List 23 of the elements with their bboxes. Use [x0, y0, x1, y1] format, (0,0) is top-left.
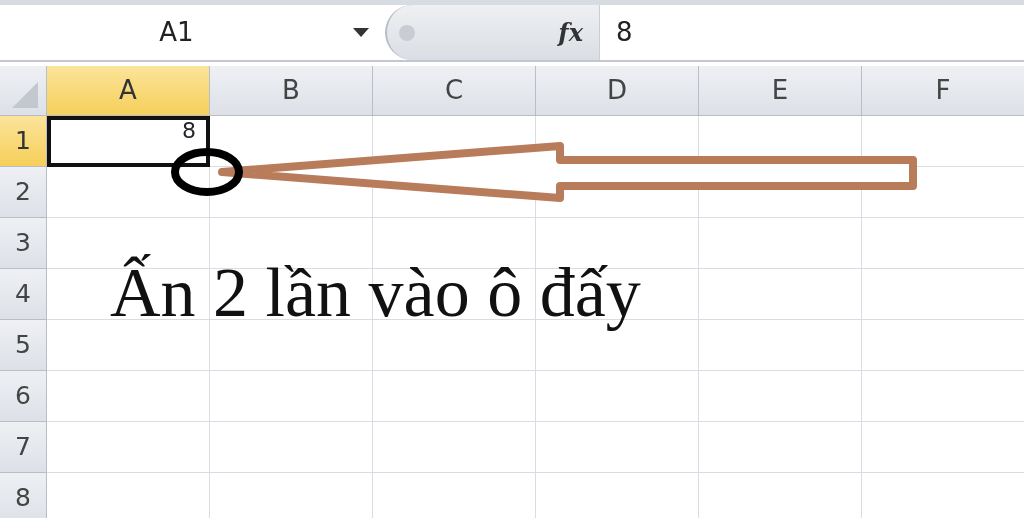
column-header[interactable]: E — [699, 66, 862, 116]
row-header[interactable]: 7 — [0, 422, 47, 473]
row-header[interactable]: 6 — [0, 371, 47, 422]
column-header[interactable]: D — [536, 66, 699, 116]
name-box[interactable]: A1 — [0, 5, 385, 60]
formula-field[interactable]: 8 — [616, 13, 633, 52]
column-header[interactable]: A — [47, 66, 210, 116]
grip-icon — [397, 22, 417, 43]
column-header[interactable]: F — [862, 66, 1024, 116]
cell[interactable]: 8 — [47, 116, 210, 167]
row-header[interactable]: 3 — [0, 218, 47, 269]
row-header[interactable]: 1 — [0, 116, 47, 167]
annotation-text: Ấn 2 lần vào ô đấy — [110, 254, 641, 331]
insert-function-button[interactable]: fx — [558, 14, 583, 51]
column-header[interactable]: B — [210, 66, 373, 116]
circle-mark — [171, 148, 243, 196]
column-header[interactable]: C — [373, 66, 536, 116]
dropdown-icon[interactable] — [353, 27, 369, 38]
row-header[interactable]: 5 — [0, 320, 47, 371]
corner-triangle-icon — [12, 82, 38, 108]
row-header[interactable]: 8 — [0, 473, 47, 518]
row-header[interactable]: 4 — [0, 269, 47, 320]
row-header[interactable]: 2 — [0, 167, 47, 218]
